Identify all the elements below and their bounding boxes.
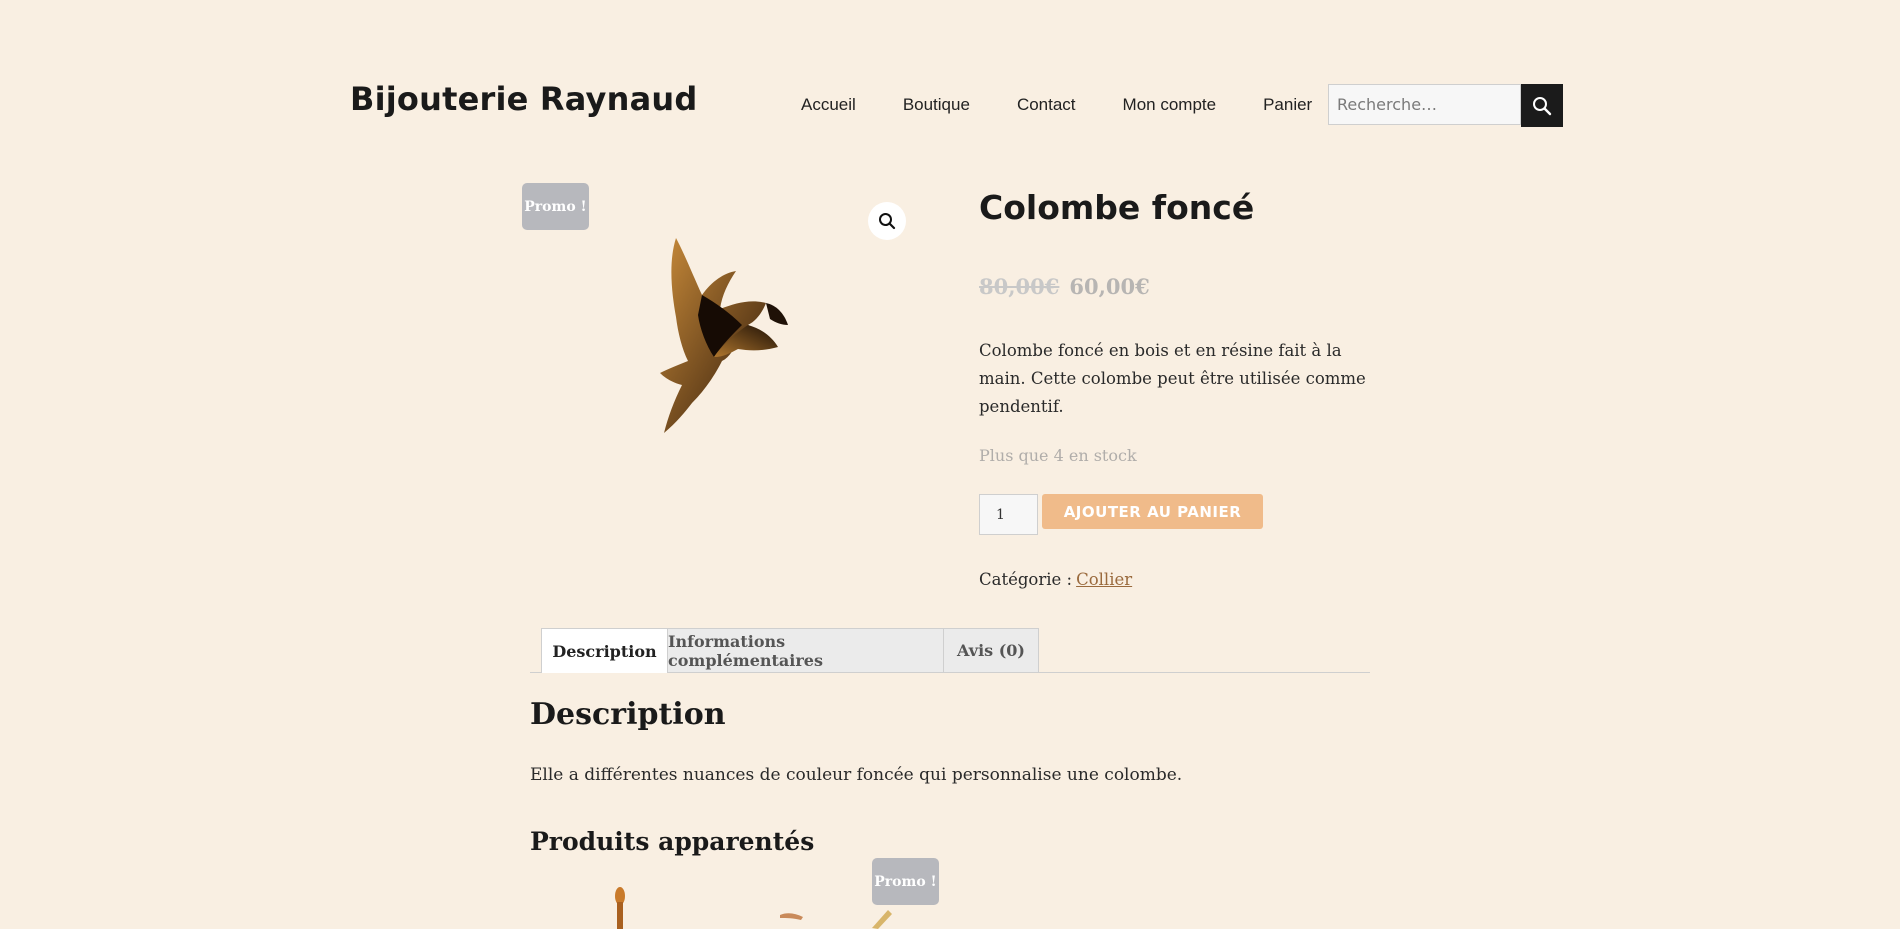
nav-item-accueil[interactable]: Accueil <box>801 95 856 115</box>
related-product-image-2[interactable] <box>775 880 815 929</box>
zoom-button[interactable] <box>868 202 906 240</box>
quantity-input[interactable] <box>979 494 1038 535</box>
product-title: Colombe foncé <box>979 188 1255 227</box>
nav-item-contact[interactable]: Contact <box>1017 95 1076 115</box>
description-heading: Description <box>530 697 726 732</box>
related-products-heading: Produits apparentés <box>530 827 815 856</box>
category-link[interactable]: Collier <box>1076 570 1132 589</box>
magnifier-icon <box>879 213 896 230</box>
tab-description[interactable]: Description <box>541 628 668 673</box>
tab-additional-information[interactable]: Informations complémentaires <box>667 628 944 672</box>
search-button[interactable] <box>1521 84 1563 127</box>
nav-item-mon-compte[interactable]: Mon compte <box>1123 95 1217 115</box>
price-old: 80,00€ <box>979 274 1060 299</box>
related-product-image-1[interactable] <box>578 880 628 929</box>
search-form <box>1328 84 1563 127</box>
search-input[interactable] <box>1328 84 1521 125</box>
related-promo-badge: Promo ! <box>872 858 939 905</box>
add-to-cart-button[interactable]: AJOUTER AU PANIER <box>1042 494 1263 529</box>
product-price: 80,00€ 60,00€ <box>979 274 1150 299</box>
nav-item-panier[interactable]: Panier <box>1263 95 1312 115</box>
product-image[interactable] <box>632 233 802 438</box>
price-new: 60,00€ <box>1069 274 1150 299</box>
product-gallery: Promo ! <box>522 183 907 443</box>
product-short-description: Colombe foncé en bois et en résine fait … <box>979 341 1366 416</box>
promo-badge: Promo ! <box>522 183 589 230</box>
product-category: Catégorie : Collier <box>979 570 1132 589</box>
stock-status: Plus que 4 en stock <box>979 446 1137 465</box>
tab-reviews[interactable]: Avis (0) <box>943 628 1039 672</box>
description-text: Elle a différentes nuances de couleur fo… <box>530 765 1183 785</box>
main-nav: Accueil Boutique Contact Mon compte Pani… <box>801 95 1312 115</box>
search-icon <box>1533 96 1552 115</box>
site-title[interactable]: Bijouterie Raynaud <box>350 80 697 118</box>
nav-item-boutique[interactable]: Boutique <box>903 95 970 115</box>
category-label: Catégorie : <box>979 570 1073 589</box>
related-product-image-3[interactable] <box>868 900 898 929</box>
